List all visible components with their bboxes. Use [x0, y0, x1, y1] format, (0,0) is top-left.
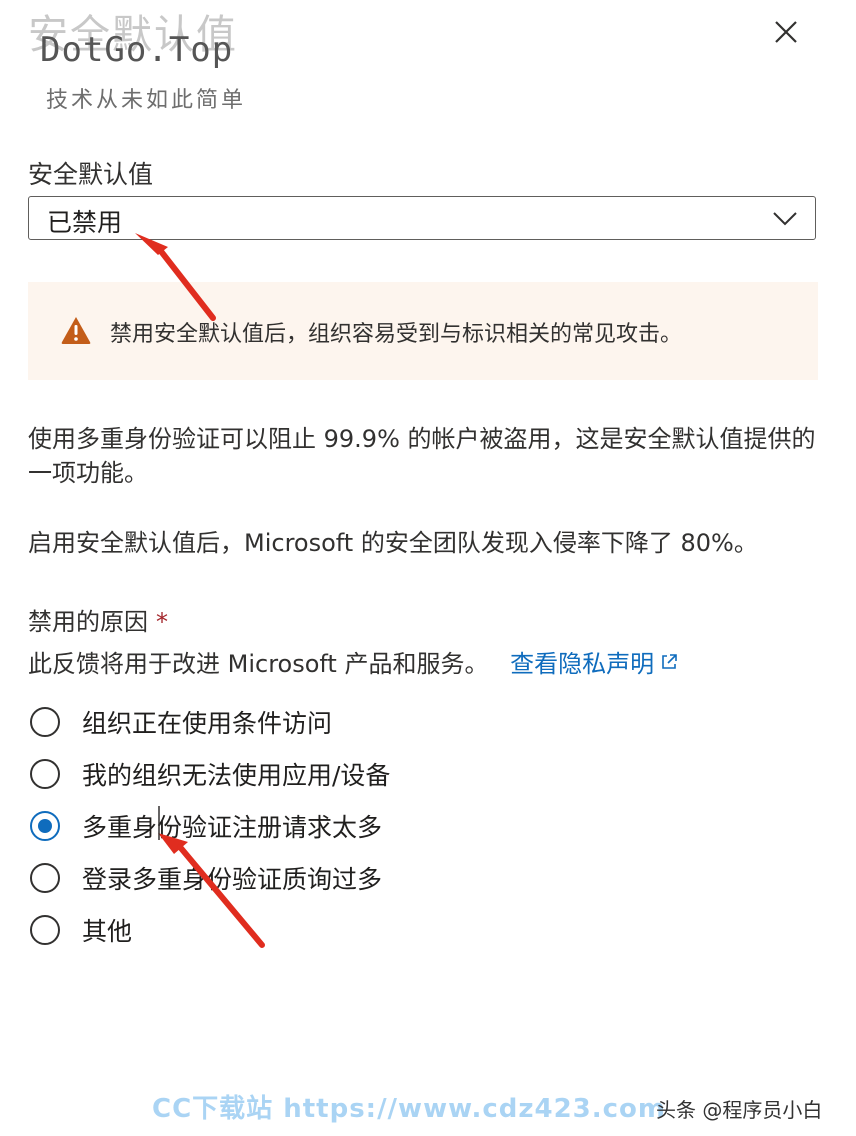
- feedback-text: 此反馈将用于改进 Microsoft 产品和服务。: [28, 650, 489, 678]
- warning-triangle-icon: [61, 317, 91, 344]
- author-credit: 头条 @程序员小白: [656, 1098, 823, 1122]
- privacy-statement-link[interactable]: 查看隐私声明: [510, 650, 678, 678]
- warning-message-bar: 禁用安全默认值后，组织容易受到与标识相关的常见攻击。: [28, 282, 818, 380]
- radio-selected-dot: [38, 819, 52, 833]
- security-defaults-label: 安全默认值: [28, 160, 154, 189]
- radio-label: 登录多重身份验证质询过多: [82, 865, 383, 894]
- radio-button[interactable]: [30, 759, 60, 789]
- security-defaults-dropdown[interactable]: 已禁用: [28, 196, 816, 240]
- disable-reason-text: 禁用的原因: [28, 608, 148, 636]
- breach-rate-description: 启用安全默认值后，Microsoft 的安全团队发现入侵率下降了 80%。: [28, 529, 758, 557]
- radio-option-too-many-challenges[interactable]: 登录多重身份验证质询过多: [30, 852, 390, 904]
- radio-button-selected[interactable]: [30, 811, 60, 841]
- radio-button[interactable]: [30, 915, 60, 945]
- radio-label: 组织正在使用条件访问: [82, 709, 333, 738]
- radio-option-conditional-access[interactable]: 组织正在使用条件访问: [30, 696, 390, 748]
- chevron-down-icon: [773, 212, 797, 226]
- mfa-description: 使用多重身份验证可以阻止 99.9% 的帐户被盗用，这是安全默认值提供的一项功能…: [28, 425, 816, 487]
- dropdown-selected-value: 已禁用: [47, 208, 123, 237]
- radio-label: 我的组织无法使用应用/设备: [82, 761, 391, 790]
- feedback-notice: 此反馈将用于改进 Microsoft 产品和服务。 查看隐私声明: [28, 644, 678, 679]
- radio-option-too-many-registrations[interactable]: 多重身份验证注册请求太多: [30, 800, 390, 852]
- close-icon: [775, 21, 797, 43]
- radio-label: 多重身份验证注册请求太多: [82, 813, 383, 842]
- radio-label: 其他: [82, 917, 133, 946]
- privacy-link-text: 查看隐私声明: [510, 650, 655, 678]
- site-watermark: CC下载站 https://www.cdz423.com: [152, 1094, 667, 1124]
- watermark-tagline: 技术从未如此简单: [46, 88, 247, 113]
- external-link-icon: [662, 654, 677, 669]
- watermark-brand: DotGo.Top: [40, 30, 234, 70]
- disable-reason-label: 禁用的原因 *: [28, 602, 168, 637]
- radio-option-other[interactable]: 其他: [30, 904, 390, 956]
- radio-option-apps-devices[interactable]: 我的组织无法使用应用/设备: [30, 748, 390, 800]
- radio-button[interactable]: [30, 863, 60, 893]
- disable-reason-radio-group: 组织正在使用条件访问 我的组织无法使用应用/设备 多重身份验证注册请求太多 登录…: [30, 696, 390, 956]
- radio-button[interactable]: [30, 707, 60, 737]
- warning-text: 禁用安全默认值后，组织容易受到与标识相关的常见攻击。: [110, 322, 683, 347]
- close-button[interactable]: [768, 14, 804, 50]
- required-asterisk: *: [156, 608, 168, 636]
